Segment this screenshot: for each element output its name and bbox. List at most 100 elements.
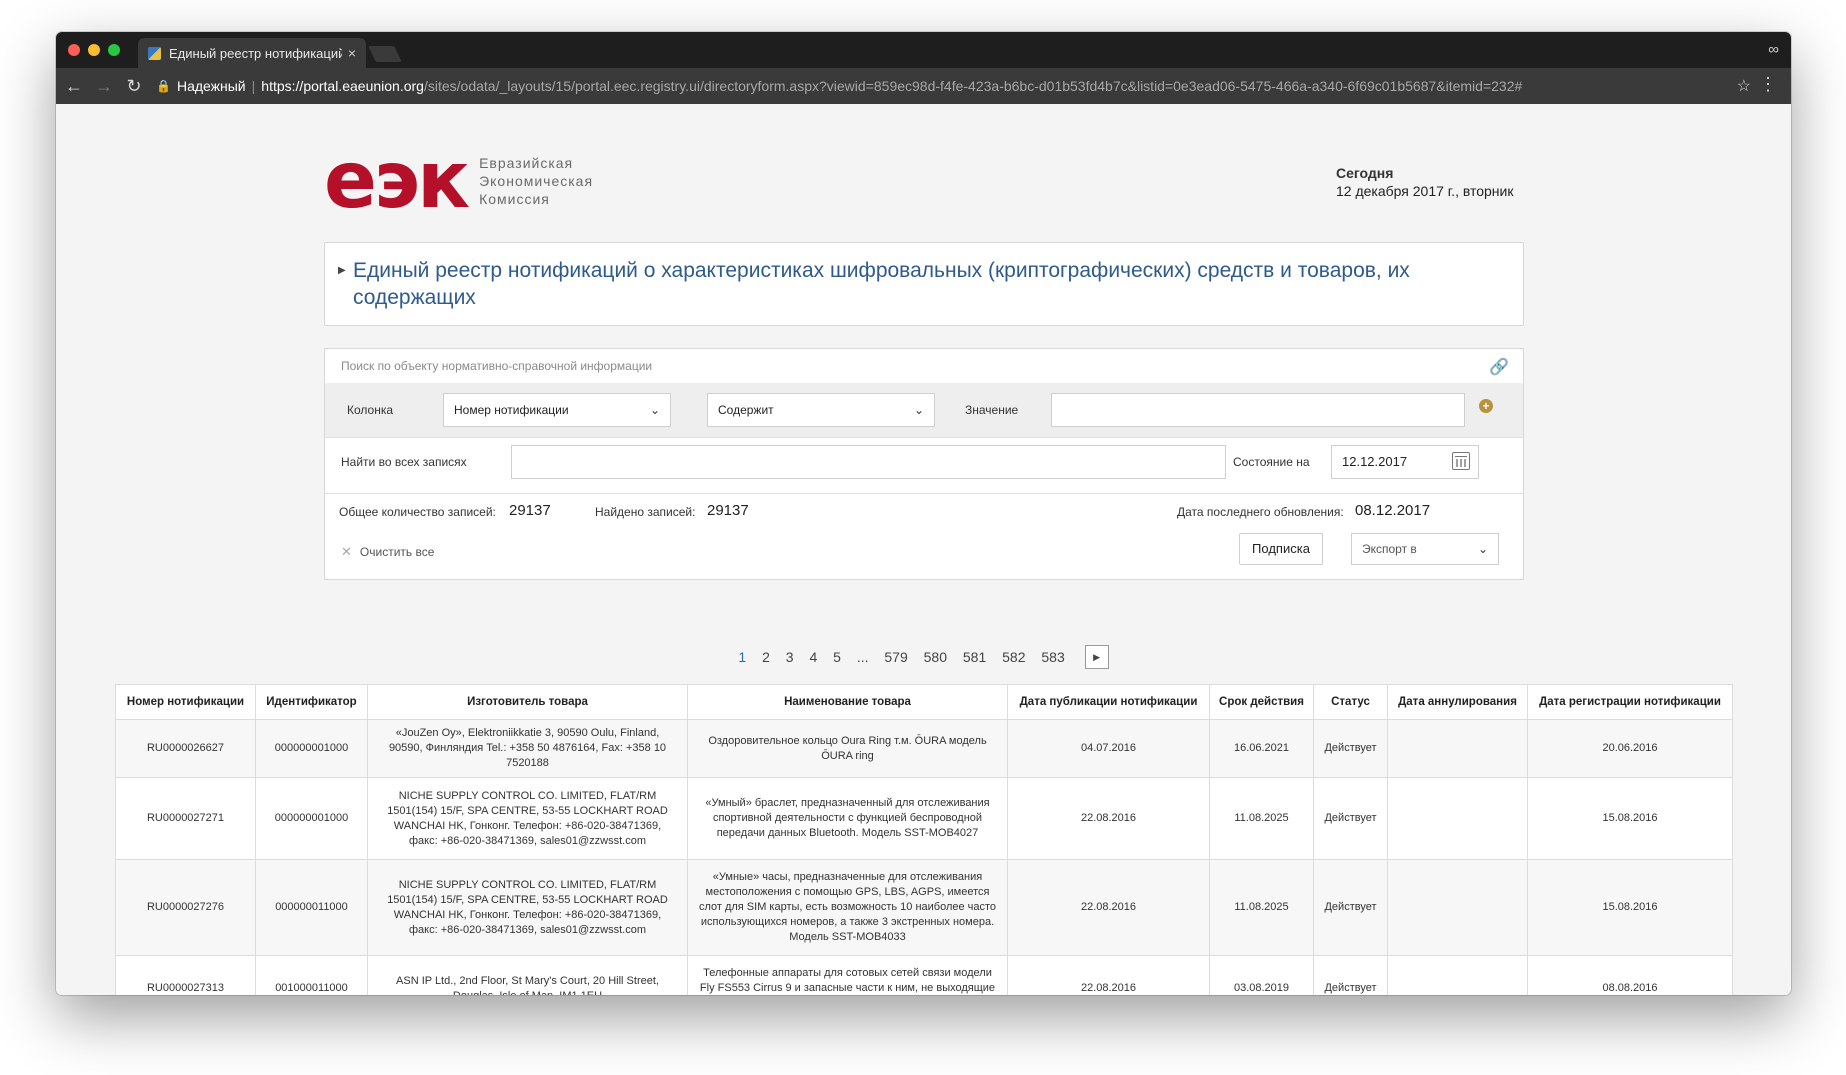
column-label: Колонка [347, 403, 394, 417]
cell-number: RU0000027271 [115, 777, 256, 860]
pagination-ellipsis: ... [856, 649, 869, 665]
cell-publication-date: 22.08.2016 [1007, 777, 1210, 860]
cell-validity: 11.08.2025 [1209, 777, 1314, 860]
cell-status: Действует [1313, 955, 1388, 995]
column-select[interactable]: Номер нотификации ⌄ [443, 393, 671, 427]
column-select-value: Номер нотификации [454, 403, 569, 417]
page-content: еэк Евразийская Экономическая Комиссия С… [56, 104, 1791, 995]
forward-button[interactable]: → [92, 76, 116, 97]
page-link[interactable]: 1 [738, 644, 746, 670]
browser-menu-icon[interactable]: ⋮ [1759, 74, 1777, 95]
clear-all-button[interactable]: ✕ Очистить все [341, 544, 434, 560]
page-link[interactable]: 583 [1041, 644, 1064, 670]
cell-registration-date: 20.06.2016 [1527, 719, 1733, 778]
expand-caret-icon[interactable]: ▶ [338, 265, 346, 276]
page-link[interactable]: 581 [963, 644, 986, 670]
cell-product: Оздоровительное кольцо Oura Ring т.м. ŌU… [687, 719, 1008, 778]
page-link[interactable]: 580 [924, 644, 947, 670]
pagination: 1 2 3 4 5 ... 579 580 581 582 583 ▶ [56, 644, 1791, 670]
export-select[interactable]: Экспорт в ⌄ [1351, 533, 1499, 565]
state-date-input[interactable]: 12.12.2017 [1331, 445, 1479, 479]
page-link[interactable]: 2 [762, 644, 770, 670]
today-value: 12 декабря 2017 г., вторник [1336, 183, 1514, 199]
notifications-table: Номер нотификации Идентификатор Изготови… [115, 684, 1733, 995]
tab-bar: Единый реестр нотификаций × ∞ [56, 32, 1791, 68]
url-field[interactable]: 🔒 Надежный | https:// portal.eaeunion.or… [156, 75, 1731, 97]
total-label: Общее количество записей: [339, 505, 496, 519]
tab-close-icon[interactable]: × [348, 45, 356, 61]
page-link[interactable]: 3 [786, 644, 794, 670]
column-header[interactable]: Срок действия [1209, 684, 1314, 720]
new-tab-button[interactable] [368, 46, 402, 62]
page-link[interactable]: 4 [809, 644, 817, 670]
link-icon[interactable]: 🔗 [1489, 357, 1509, 377]
bookmark-star-icon[interactable]: ☆ [1737, 76, 1751, 96]
secure-label: Надежный [176, 78, 246, 94]
search-panel: Поиск по объекту нормативно-справочной и… [324, 348, 1524, 580]
cell-product: Телефонные аппараты для сотовых сетей св… [687, 955, 1008, 995]
back-button[interactable]: ← [62, 76, 86, 97]
cell-manufacturer: NICHE SUPPLY CONTROL CO. LIMITED, FLAT/R… [367, 777, 688, 860]
minimize-window-button[interactable] [88, 44, 100, 56]
cell-validity: 16.06.2021 [1209, 719, 1314, 778]
column-header[interactable]: Дата аннулирования [1387, 684, 1528, 720]
incognito-icon: ∞ [1768, 41, 1779, 58]
table-row[interactable]: RU0000027271 000000001000 NICHE SUPPLY C… [115, 777, 1733, 860]
cell-annulment-date [1387, 955, 1528, 995]
condition-select[interactable]: Содержит ⌄ [707, 393, 935, 427]
chevron-down-icon: ⌄ [649, 403, 660, 417]
maximize-window-button[interactable] [108, 44, 120, 56]
table-row[interactable]: RU0000027276 000000011000 NICHE SUPPLY C… [115, 859, 1733, 956]
favicon-icon [148, 46, 161, 60]
table-row[interactable]: RU0000027313 001000011000 ASN IP Ltd., 2… [115, 955, 1733, 995]
column-header[interactable]: Наименование товара [687, 684, 1008, 720]
page-link[interactable]: 582 [1002, 644, 1025, 670]
found-value: 29137 [707, 502, 749, 519]
add-filter-icon[interactable]: + [1479, 399, 1493, 413]
cell-registration-date: 15.08.2016 [1527, 859, 1733, 956]
calendar-icon[interactable] [1452, 452, 1470, 470]
subscribe-button[interactable]: Подписка [1239, 533, 1323, 565]
reload-button[interactable]: ↻ [122, 76, 146, 97]
table-header-row: Номер нотификации Идентификатор Изготови… [115, 684, 1733, 720]
total-value: 29137 [509, 502, 551, 519]
lock-icon: 🔒 [156, 79, 171, 93]
column-header[interactable]: Дата публикации нотификации [1007, 684, 1210, 720]
cell-annulment-date [1387, 719, 1528, 778]
find-all-input[interactable] [511, 445, 1226, 479]
url-host: portal.eaeunion.org [303, 78, 424, 94]
column-header[interactable]: Изготовитель товара [367, 684, 688, 720]
column-header[interactable]: Идентификатор [255, 684, 368, 720]
url-path: /sites/odata/_layouts/15/portal.eec.regi… [423, 78, 1523, 94]
found-label: Найдено записей: [595, 505, 696, 519]
cell-identifier: 000000011000 [255, 859, 368, 956]
registry-title: Единый реестр нотификаций о характеристи… [353, 259, 1410, 309]
eec-logo[interactable]: еэк Евразийская Экономическая Комиссия [324, 142, 593, 220]
updated-value: 08.12.2017 [1355, 502, 1431, 519]
clear-all-label: Очистить все [359, 545, 435, 559]
cell-product: «Умный» браслет, предназначенный для отс… [687, 777, 1008, 860]
cell-manufacturer: ASN IP Ltd., 2nd Floor, St Mary's Court,… [367, 955, 688, 995]
column-header[interactable]: Номер нотификации [115, 684, 256, 720]
browser-tab[interactable]: Единый реестр нотификаций × [138, 38, 366, 68]
close-window-button[interactable] [68, 44, 80, 56]
page-link[interactable]: 579 [884, 644, 907, 670]
value-input[interactable] [1051, 393, 1465, 427]
page-link[interactable]: 5 [833, 644, 841, 670]
cell-status: Действует [1313, 719, 1388, 778]
chevron-down-icon: ⌄ [913, 403, 924, 417]
column-header[interactable]: Дата регистрации нотификации [1527, 684, 1733, 720]
export-select-value: Экспорт в [1362, 542, 1417, 556]
cell-validity: 03.08.2019 [1209, 955, 1314, 995]
cell-registration-date: 15.08.2016 [1527, 777, 1733, 860]
table-row[interactable]: RU0000026627 000000001000 «JouZen Oy», E… [115, 719, 1733, 778]
cell-annulment-date [1387, 777, 1528, 860]
cell-annulment-date [1387, 859, 1528, 956]
registry-title-panel[interactable]: ▶ Единый реестр нотификаций о характерис… [324, 242, 1524, 326]
column-header[interactable]: Статус [1313, 684, 1388, 720]
address-bar: ← → ↻ 🔒 Надежный | https:// portal.eaeun… [56, 68, 1791, 104]
next-page-button[interactable]: ▶ [1084, 645, 1109, 669]
value-label: Значение [965, 403, 1019, 417]
cell-identifier: 000000001000 [255, 777, 368, 860]
cell-status: Действует [1313, 777, 1388, 860]
